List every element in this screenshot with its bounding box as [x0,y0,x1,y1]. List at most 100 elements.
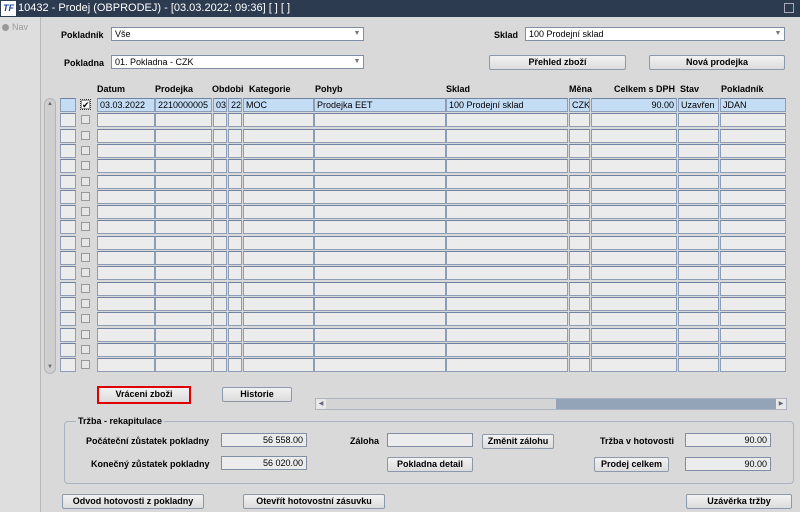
cell-datum[interactable] [97,189,155,204]
row-indicator[interactable] [60,281,76,296]
cell-pokladnik[interactable] [720,174,786,189]
cell-obd2[interactable] [228,220,242,235]
cell-mena[interactable] [569,327,590,342]
cell-pokladnik[interactable] [720,189,786,204]
cell-datum[interactable] [97,281,155,296]
cell-prodejka[interactable] [155,189,212,204]
horizontal-scroll-thumb[interactable] [326,399,556,409]
cell-stav[interactable] [678,235,719,250]
cell-pokladnik[interactable] [720,342,786,357]
cell-pohyb[interactable] [314,235,446,250]
cell-stav[interactable] [678,174,719,189]
cell-mena[interactable] [569,358,590,373]
cell-datum[interactable] [97,235,155,250]
cell-celkem[interactable] [591,281,677,296]
cell-datum[interactable] [97,143,155,158]
cell-celkem[interactable] [591,113,677,128]
cell-pokladnik[interactable] [720,296,786,311]
cell-sklad[interactable] [446,296,568,311]
vraceni-zbozi-button[interactable]: Vráceni zboži [97,386,191,404]
cell-obd1[interactable]: 03 [213,98,227,112]
cell-obd2[interactable] [228,251,242,265]
cell-pokladnik[interactable]: JDAN [720,98,786,112]
row-indicator[interactable] [60,128,76,143]
cell-stav[interactable] [678,220,719,235]
cell-mena[interactable] [569,266,590,281]
cell-obd2[interactable] [228,358,242,373]
row-checkbox[interactable] [81,176,90,186]
cell-sklad[interactable] [446,189,568,204]
cell-kategorie[interactable] [243,128,314,143]
cell-pokladnik[interactable] [720,327,786,342]
cell-sklad[interactable] [446,266,568,281]
pokladna-select[interactable]: 01. Pokladna - CZK ▼ [111,55,364,69]
scroll-down-icon[interactable]: ▼ [45,362,55,373]
cell-stav[interactable] [678,113,719,128]
cell-stav[interactable] [678,296,719,311]
cell-datum[interactable] [97,220,155,235]
cell-obd1[interactable] [213,174,227,189]
cell-obd1[interactable] [213,220,227,235]
pokladnik-select[interactable]: Vše ▼ [111,27,364,41]
cell-obd2[interactable] [228,174,242,189]
cell-stav[interactable] [678,327,719,342]
restore-window-icon[interactable] [784,3,794,13]
row-checkbox[interactable] [81,344,90,354]
row-checkbox[interactable] [81,268,90,278]
cell-celkem[interactable] [591,312,677,327]
cell-mena[interactable] [569,205,590,220]
cell-pohyb[interactable] [314,342,446,357]
row-indicator[interactable] [60,113,76,128]
cell-mena[interactable] [569,342,590,357]
cell-sklad[interactable] [446,281,568,296]
row-checkbox[interactable] [81,298,90,308]
cell-prodejka[interactable] [155,128,212,143]
row-checkbox[interactable] [81,253,90,262]
row-checkbox[interactable] [81,360,90,370]
cell-kategorie[interactable] [243,296,314,311]
cell-celkem[interactable] [591,143,677,158]
scroll-up-icon[interactable]: ▲ [45,99,55,110]
cell-obd2[interactable] [228,281,242,296]
cell-kategorie[interactable] [243,342,314,357]
cell-obd1[interactable] [213,251,227,265]
cell-sklad[interactable] [446,251,568,265]
cell-celkem[interactable] [591,189,677,204]
cell-prodejka[interactable] [155,174,212,189]
cell-stav[interactable] [678,312,719,327]
cell-obd1[interactable] [213,235,227,250]
cell-stav[interactable] [678,205,719,220]
cell-celkem[interactable] [591,174,677,189]
cell-stav[interactable] [678,266,719,281]
cell-sklad[interactable] [446,174,568,189]
cell-kategorie[interactable] [243,281,314,296]
cell-sklad[interactable] [446,220,568,235]
cell-prodejka[interactable]: 2210000005 [155,98,212,112]
cell-prodejka[interactable] [155,143,212,158]
prehled-zbozi-button[interactable]: Přehled zboží [489,55,626,70]
cell-mena[interactable] [569,296,590,311]
cell-kategorie[interactable] [243,358,314,373]
cell-kategorie[interactable] [243,327,314,342]
cell-sklad[interactable] [446,128,568,143]
cell-kategorie[interactable] [243,312,314,327]
cell-pokladnik[interactable] [720,281,786,296]
cell-obd2[interactable] [228,266,242,281]
cell-mena[interactable] [569,113,590,128]
cell-pokladnik[interactable] [720,251,786,265]
cell-kategorie[interactable] [243,113,314,128]
row-indicator[interactable] [60,189,76,204]
cell-sklad[interactable] [446,358,568,373]
cell-obd2[interactable] [228,205,242,220]
cell-pokladnik[interactable] [720,312,786,327]
nav-radio-icon[interactable] [2,24,9,31]
cell-prodejka[interactable] [155,281,212,296]
row-checkbox[interactable] [81,145,90,155]
cell-stav[interactable] [678,189,719,204]
cell-prodejka[interactable] [155,220,212,235]
row-checkbox[interactable] [81,115,90,125]
zmenit-zalohu-button[interactable]: Změnit zálohu [482,434,554,449]
cell-obd1[interactable] [213,159,227,174]
cell-obd1[interactable] [213,296,227,311]
cell-obd2[interactable] [228,296,242,311]
